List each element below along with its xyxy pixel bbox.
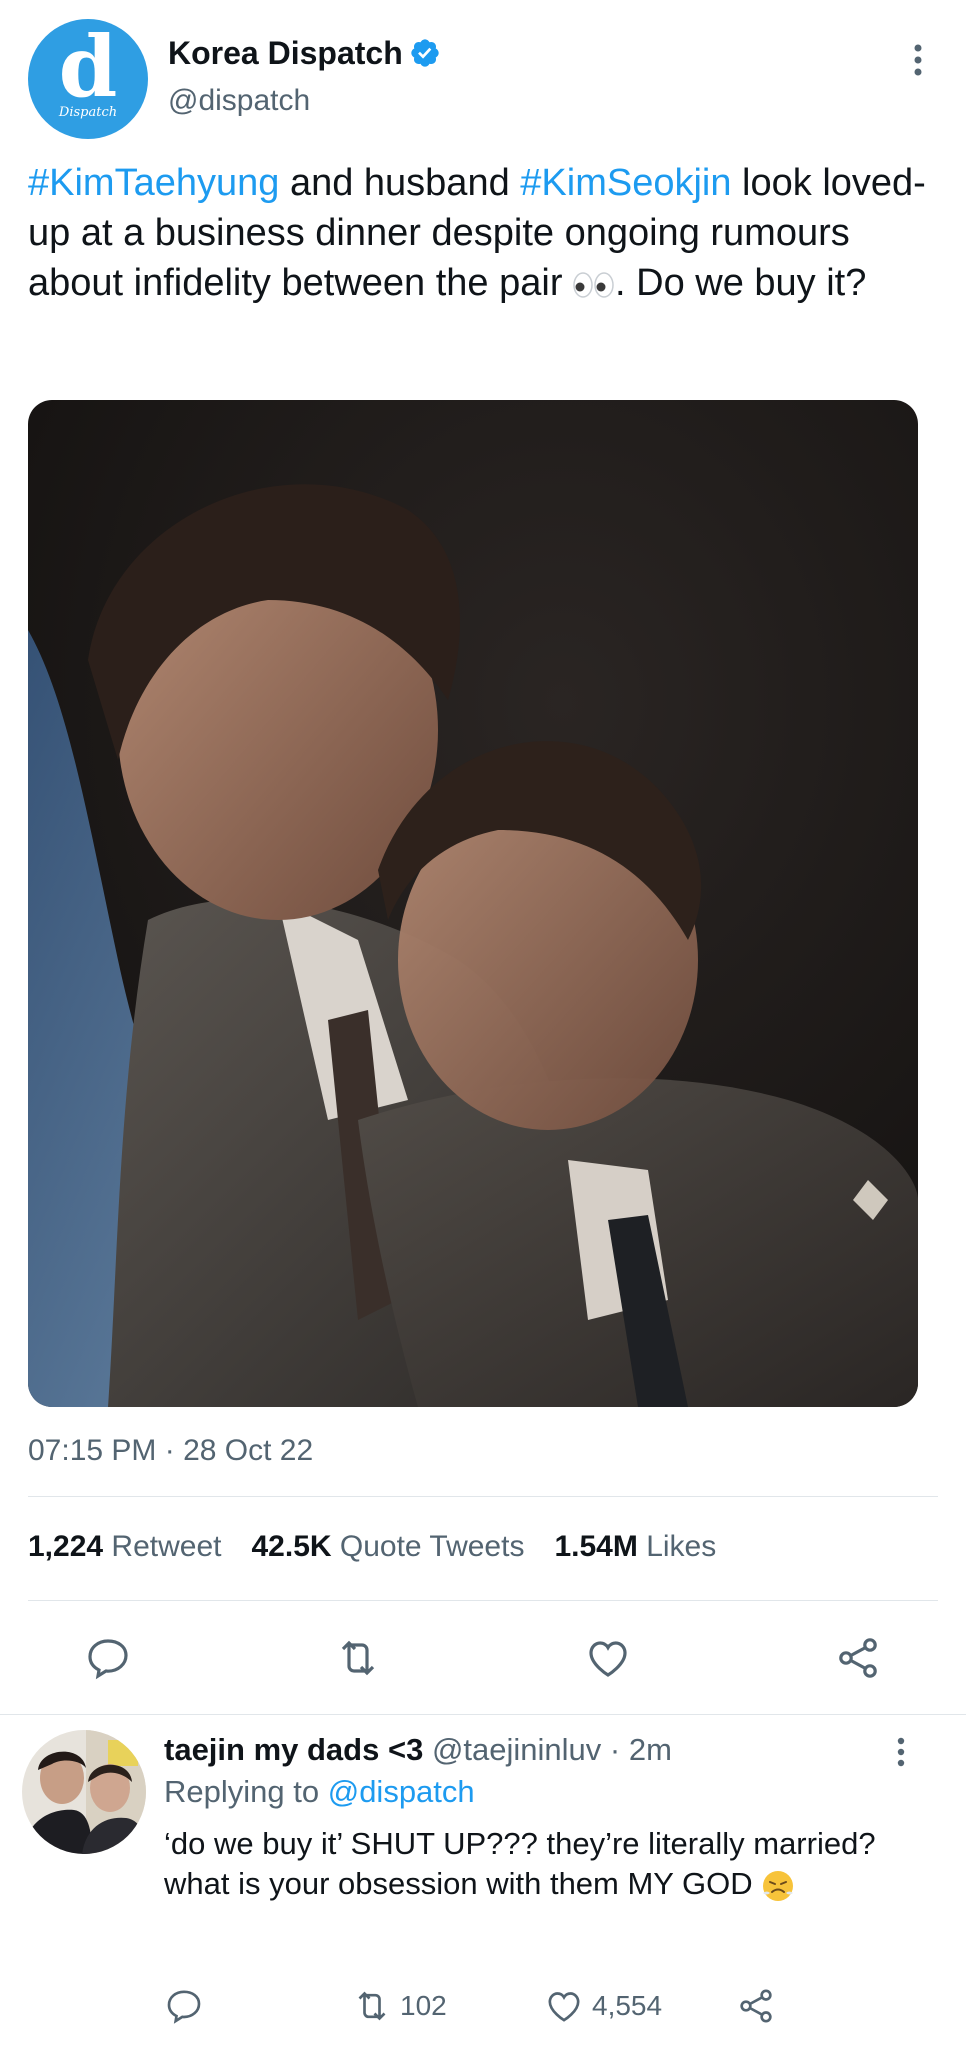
replying-to: Replying to @dispatch [164, 1774, 475, 1810]
author-handle[interactable]: @dispatch [168, 84, 310, 118]
share-icon[interactable] [834, 1634, 882, 1682]
reply-more-icon[interactable] [892, 1734, 910, 1770]
more-icon[interactable] [908, 40, 928, 80]
quote-tweets-stat[interactable]: 42.5K Quote Tweets [251, 1530, 524, 1564]
quote-tweets-count: 42.5K [251, 1530, 332, 1563]
retweets-stat[interactable]: 1,224 Retweet [28, 1530, 221, 1564]
reply-like-count: 4,554 [592, 1990, 663, 2021]
verified-badge-icon [411, 39, 439, 67]
divider [28, 1600, 938, 1601]
reply-retweet-action[interactable]: 102 [352, 1986, 447, 2026]
tweet-text-end: . Do we buy it? [615, 262, 867, 304]
quote-tweets-label: Quote Tweets [339, 1530, 525, 1563]
reply-time[interactable]: · 2m [610, 1732, 672, 1767]
reply-author-handle[interactable]: @taejininluv [432, 1732, 601, 1767]
reply-icon [167, 1990, 201, 2024]
hashtag-kimtaehyung[interactable]: #KimTaehyung [28, 162, 279, 204]
like-icon[interactable] [584, 1634, 632, 1682]
reply-author-name[interactable]: taejin my dads <3 [164, 1732, 423, 1767]
reply-avatar[interactable] [22, 1730, 146, 1854]
avatar-logo-text: Dispatch [58, 105, 118, 120]
tweet-timestamp[interactable]: 07:15 PM · 28 Oct 22 [28, 1434, 313, 1468]
author-name-row[interactable]: Korea Dispatch [168, 34, 441, 72]
retweet-icon[interactable] [334, 1634, 382, 1682]
steam-face-emoji-icon [763, 1870, 794, 1901]
reply-reply-action[interactable] [164, 1986, 204, 2026]
author-name[interactable]: Korea Dispatch [168, 34, 403, 72]
replying-to-label: Replying to [164, 1774, 320, 1809]
reply-header: taejin my dads <3 @taejininluv · 2m [164, 1732, 672, 1768]
tweet-photo[interactable] [28, 400, 918, 1407]
likes-stat[interactable]: 1.54M Likes [554, 1530, 716, 1564]
reply-avatar-image [22, 1730, 146, 1854]
reply-share-action[interactable] [736, 1986, 776, 2026]
hashtag-kimseokjin[interactable]: #KimSeokjin [520, 162, 731, 204]
avatar-logo-letter: d [58, 17, 118, 116]
retweets-label: Retweet [111, 1530, 222, 1563]
retweet-icon [358, 1991, 386, 2021]
tweet-text: #KimTaehyung and husband #KimSeokjin loo… [28, 158, 948, 308]
reply-like-action[interactable]: 4,554 [544, 1986, 662, 2026]
reply-retweet-count: 102 [400, 1990, 447, 2021]
eyes-emoji-icon [573, 272, 614, 298]
tweet-stats: 1,224 Retweet 42.5K Quote Tweets 1.54M L… [28, 1530, 716, 1564]
reply-icon[interactable] [84, 1634, 132, 1682]
share-icon [740, 1989, 772, 2023]
reply-text: ‘do we buy it’ SHUT UP??? they’re litera… [164, 1824, 924, 1904]
author-avatar[interactable]: d Dispatch [28, 19, 148, 139]
divider [0, 1714, 966, 1715]
replying-to-handle[interactable]: @dispatch [328, 1774, 475, 1809]
likes-count: 1.54M [554, 1530, 638, 1563]
photo-image [28, 400, 918, 1407]
retweets-count: 1,224 [28, 1530, 104, 1563]
tweet-text-part: and husband [279, 162, 521, 204]
divider [28, 1496, 938, 1497]
likes-label: Likes [646, 1530, 717, 1563]
like-icon [548, 1992, 580, 2022]
